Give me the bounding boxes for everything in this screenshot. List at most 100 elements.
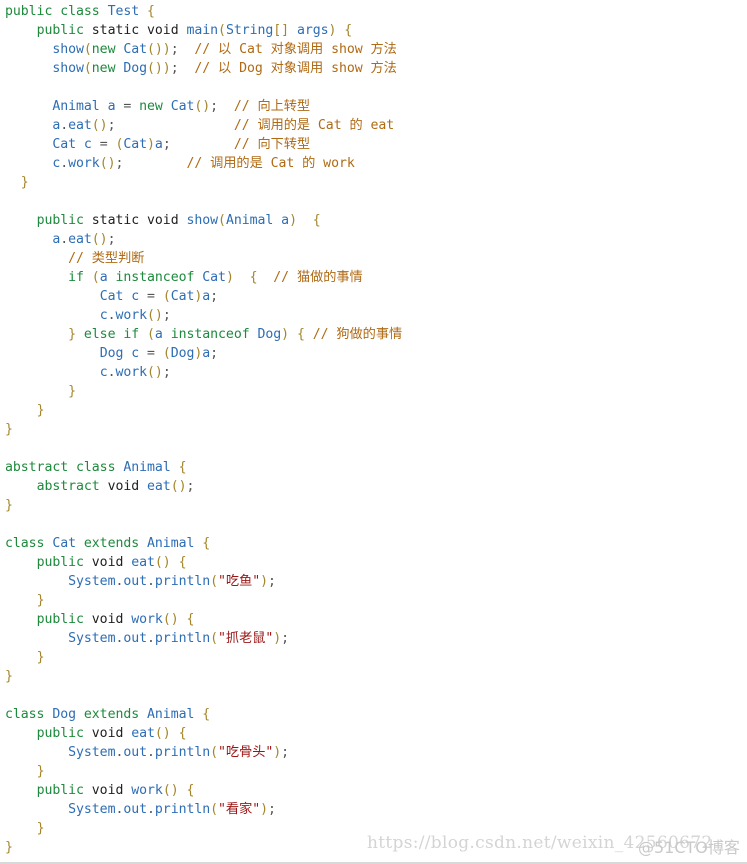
punctuation-token: ( [218, 213, 226, 228]
punctuation-token: ( [218, 23, 226, 38]
type-keyword-token: static [91, 213, 140, 228]
punctuation-token: { [312, 213, 321, 228]
operator-token: ; [170, 42, 179, 57]
code-line: a.eat(); // 调用的是 Cat 的 eat [5, 116, 402, 135]
keyword-token: public [36, 555, 84, 570]
punctuation-token: } [36, 821, 45, 836]
punctuation-token: } [5, 669, 13, 684]
string-token: "吃鱼" [218, 574, 261, 589]
code-line: c.work(); [5, 306, 402, 325]
identifier-token: a [99, 270, 108, 285]
identifier-token: System [68, 631, 116, 646]
identifier-token: eat [68, 118, 92, 133]
punctuation-token: ( [210, 631, 219, 646]
code-line: } else if (a instanceof Dog) { // 狗做的事情 [5, 325, 402, 344]
punctuation-token: ) [281, 327, 290, 342]
code-line: Animal a = new Cat(); // 向上转型 [5, 97, 402, 116]
identifier-token: Animal [52, 99, 100, 114]
code-line: public void eat() { [5, 724, 402, 743]
code-line: System.out.println("吃骨头"); [5, 743, 402, 762]
identifier-token: work [115, 308, 148, 323]
keyword-token: new [139, 99, 163, 114]
keyword-token: public [36, 612, 84, 627]
punctuation-token: () [170, 479, 187, 494]
identifier-token: work [115, 365, 148, 380]
punctuation-token: ) [289, 213, 297, 228]
identifier-token: eat [68, 232, 92, 247]
punctuation-token: () [162, 612, 179, 627]
code-line: abstract void eat(); [5, 477, 402, 496]
code-line: } [5, 762, 402, 781]
operator-token: . [60, 156, 69, 171]
operator-token: ; [210, 99, 219, 114]
punctuation-token: } [68, 327, 77, 342]
operator-token: . [147, 802, 155, 817]
punctuation-token: [] [273, 23, 290, 38]
code-line: // 类型判断 [5, 249, 402, 268]
identifier-token: eat [147, 479, 171, 494]
operator-token: ; [186, 479, 195, 494]
keyword-token: instanceof [115, 270, 195, 285]
type-keyword-token: void [91, 726, 124, 741]
identifier-token: work [131, 612, 163, 627]
keyword-token: class [5, 536, 45, 551]
punctuation-token: ) [273, 631, 282, 646]
code-line: public class Test { [5, 2, 402, 21]
comment-token: // 以 Dog 对象调用 show 方法 [194, 61, 397, 76]
comment-token: // 向下转型 [233, 137, 311, 152]
operator-token: ; [268, 574, 276, 589]
punctuation-token: ) [147, 137, 155, 152]
identifier-token: System [68, 574, 116, 589]
comment-token: // 调用的是 Cat 的 eat [233, 118, 395, 133]
identifier-token: Dog [170, 346, 195, 361]
type-keyword-token: void [91, 612, 124, 627]
keyword-token: class [5, 707, 45, 722]
code-line: show(new Dog()); // 以 Dog 对象调用 show 方法 [5, 59, 402, 78]
code-line: Dog c = (Dog)a; [5, 344, 402, 363]
punctuation-token: ) [260, 574, 268, 589]
code-line: System.out.println("吃鱼"); [5, 572, 402, 591]
punctuation-token: { [178, 460, 187, 475]
string-token: "吃骨头" [218, 745, 274, 760]
punctuation-token: } [5, 422, 13, 437]
punctuation-token: } [36, 403, 45, 418]
punctuation-token: { [178, 555, 187, 570]
identifier-token: println [154, 745, 211, 760]
operator-token: . [147, 574, 155, 589]
punctuation-token: { [178, 726, 187, 741]
punctuation-token: ) [225, 270, 234, 285]
code-line: c.work(); // 调用的是 Cat 的 work [5, 154, 402, 173]
identifier-token: show [186, 213, 219, 228]
code-block: public class Test { public static void m… [5, 2, 402, 857]
punctuation-token: ) [260, 802, 268, 817]
identifier-token: Cat [52, 536, 77, 551]
identifier-token: Animal [147, 536, 195, 551]
keyword-token: public [5, 4, 53, 19]
